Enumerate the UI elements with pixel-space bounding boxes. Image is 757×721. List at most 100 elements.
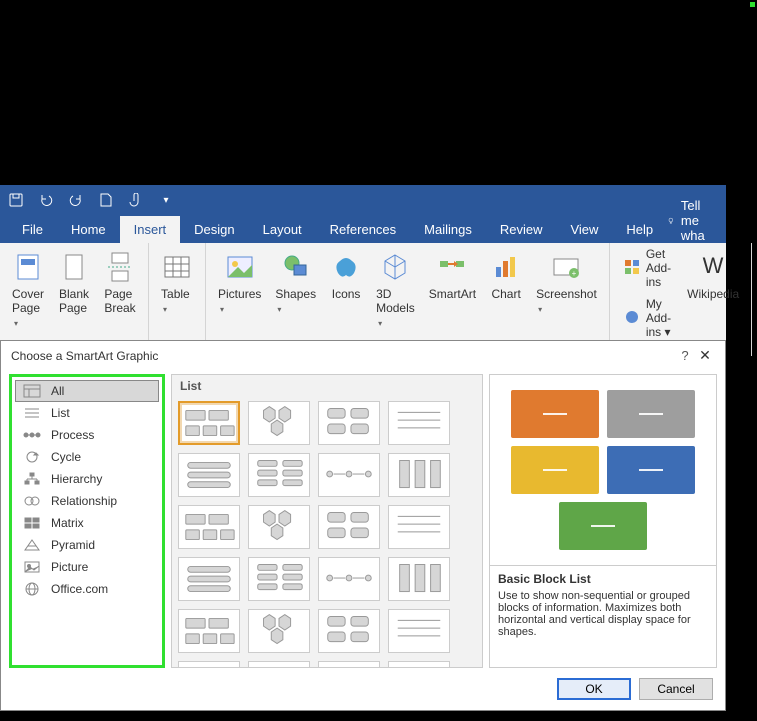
redo-icon[interactable] xyxy=(68,192,84,208)
smartart-thumb[interactable] xyxy=(248,401,310,445)
smartart-thumb[interactable] xyxy=(178,453,240,497)
smartart-thumb[interactable] xyxy=(248,661,310,667)
table-icon xyxy=(161,251,193,283)
chart-button[interactable]: Chart xyxy=(484,247,528,305)
all-icon xyxy=(23,384,41,398)
smartart-thumb[interactable] xyxy=(248,609,310,653)
customize-qat-icon[interactable]: ▾ xyxy=(158,192,174,208)
wikipedia-button[interactable]: WWikipedia xyxy=(681,247,745,305)
addin-icon xyxy=(624,309,640,328)
preview-canvas xyxy=(490,375,716,565)
get-addins-button[interactable]: Get Add-ins xyxy=(624,247,671,289)
preview-block xyxy=(607,446,695,494)
category-picture[interactable]: Picture xyxy=(15,556,159,578)
my-addins-button[interactable]: My Add-ins ▾ xyxy=(624,297,671,339)
category-highlight-box: AllListProcessCycleHierarchyRelationship… xyxy=(9,374,165,668)
smartart-thumb[interactable] xyxy=(318,661,380,667)
tab-insert[interactable]: Insert xyxy=(120,216,181,243)
category-matrix[interactable]: Matrix xyxy=(15,512,159,534)
relationship-icon xyxy=(23,494,41,508)
undo-icon[interactable] xyxy=(38,192,54,208)
category-relationship[interactable]: Relationship xyxy=(15,490,159,512)
icons-icon xyxy=(330,251,362,283)
list-icon xyxy=(23,406,41,420)
smartart-thumb[interactable] xyxy=(318,557,380,601)
new-doc-icon[interactable] xyxy=(98,192,114,208)
tab-references[interactable]: References xyxy=(316,216,410,243)
save-icon[interactable] xyxy=(8,192,24,208)
smartart-thumb[interactable] xyxy=(388,661,450,667)
category-list: AllListProcessCycleHierarchyRelationship… xyxy=(15,380,159,600)
screenshot-button[interactable]: +Screenshot xyxy=(530,247,603,319)
tab-mailings[interactable]: Mailings xyxy=(410,216,486,243)
blank-page-button[interactable]: BlankPage xyxy=(52,247,96,319)
smartart-thumb[interactable] xyxy=(318,505,380,549)
lightbulb-icon xyxy=(667,213,675,229)
smartart-thumb[interactable] xyxy=(178,557,240,601)
smartart-thumb[interactable] xyxy=(388,453,450,497)
smartart-thumb[interactable] xyxy=(178,505,240,549)
tab-file[interactable]: File xyxy=(8,216,57,243)
category-cycle[interactable]: Cycle xyxy=(15,446,159,468)
category-list[interactable]: List xyxy=(15,402,159,424)
smartart-dialog: Choose a SmartArt Graphic ? ✕ AllListPro… xyxy=(0,340,726,711)
preview-block xyxy=(559,502,647,550)
category-pyramid[interactable]: Pyramid xyxy=(15,534,159,556)
pictures-button[interactable]: Pictures xyxy=(212,247,267,319)
smartart-thumb[interactable] xyxy=(388,401,450,445)
tab-help[interactable]: Help xyxy=(612,216,667,243)
smartart-thumb[interactable] xyxy=(248,557,310,601)
category-hierarchy[interactable]: Hierarchy xyxy=(15,468,159,490)
3d-models-button[interactable]: 3DModels xyxy=(370,247,421,333)
tab-view[interactable]: View xyxy=(556,216,612,243)
officecom-icon xyxy=(23,582,41,596)
smartart-icon xyxy=(436,251,468,283)
smartart-thumb[interactable] xyxy=(388,609,450,653)
smartart-thumb[interactable] xyxy=(318,401,380,445)
shapes-button[interactable]: Shapes xyxy=(269,247,322,319)
icons-button[interactable]: Icons xyxy=(324,247,368,305)
preview-block xyxy=(511,446,599,494)
smartart-thumb[interactable] xyxy=(388,557,450,601)
preview-block xyxy=(511,390,599,438)
gallery-grid[interactable] xyxy=(172,397,482,667)
smartart-button[interactable]: SmartArt xyxy=(423,247,482,305)
tab-review[interactable]: Review xyxy=(486,216,557,243)
help-icon[interactable]: ? xyxy=(675,348,695,363)
cover-page-icon xyxy=(12,251,44,283)
pyramid-icon xyxy=(23,538,41,552)
smartart-thumb[interactable] xyxy=(318,453,380,497)
smartart-thumb[interactable] xyxy=(248,453,310,497)
ok-button[interactable]: OK xyxy=(557,678,631,700)
screenshot-icon: + xyxy=(550,251,582,283)
quick-access-toolbar: ▾ xyxy=(0,185,726,215)
tell-me-text[interactable]: Tell me wha xyxy=(681,198,714,243)
svg-text:+: + xyxy=(572,269,577,278)
tab-design[interactable]: Design xyxy=(180,216,248,243)
cancel-button[interactable]: Cancel xyxy=(639,678,713,700)
touch-mode-icon[interactable] xyxy=(128,192,144,208)
page-break-button[interactable]: PageBreak xyxy=(98,247,142,319)
smartart-thumb[interactable] xyxy=(178,661,240,667)
preview-pane: Basic Block List Use to show non-sequent… xyxy=(489,374,717,668)
smartart-thumb[interactable] xyxy=(248,505,310,549)
gallery-heading: List xyxy=(172,375,482,397)
smartart-thumb[interactable] xyxy=(318,609,380,653)
smartart-thumb[interactable] xyxy=(178,401,240,445)
smartart-thumb[interactable] xyxy=(388,505,450,549)
tab-layout[interactable]: Layout xyxy=(249,216,316,243)
smartart-thumb[interactable] xyxy=(178,609,240,653)
cycle-icon xyxy=(23,450,41,464)
smartart-gallery: List xyxy=(171,374,483,668)
category-officecom[interactable]: Office.com xyxy=(15,578,159,600)
shapes-icon xyxy=(280,251,312,283)
ribbon-tabs: FileHomeInsertDesignLayoutReferencesMail… xyxy=(0,215,726,243)
matrix-icon xyxy=(23,516,41,530)
tab-home[interactable]: Home xyxy=(57,216,120,243)
category-process[interactable]: Process xyxy=(15,424,159,446)
category-all[interactable]: All xyxy=(15,380,159,402)
cover-page-button[interactable]: CoverPage xyxy=(6,247,50,333)
picture-icon xyxy=(23,560,41,574)
close-icon[interactable]: ✕ xyxy=(695,347,715,364)
table-button[interactable]: Table xyxy=(155,247,199,319)
